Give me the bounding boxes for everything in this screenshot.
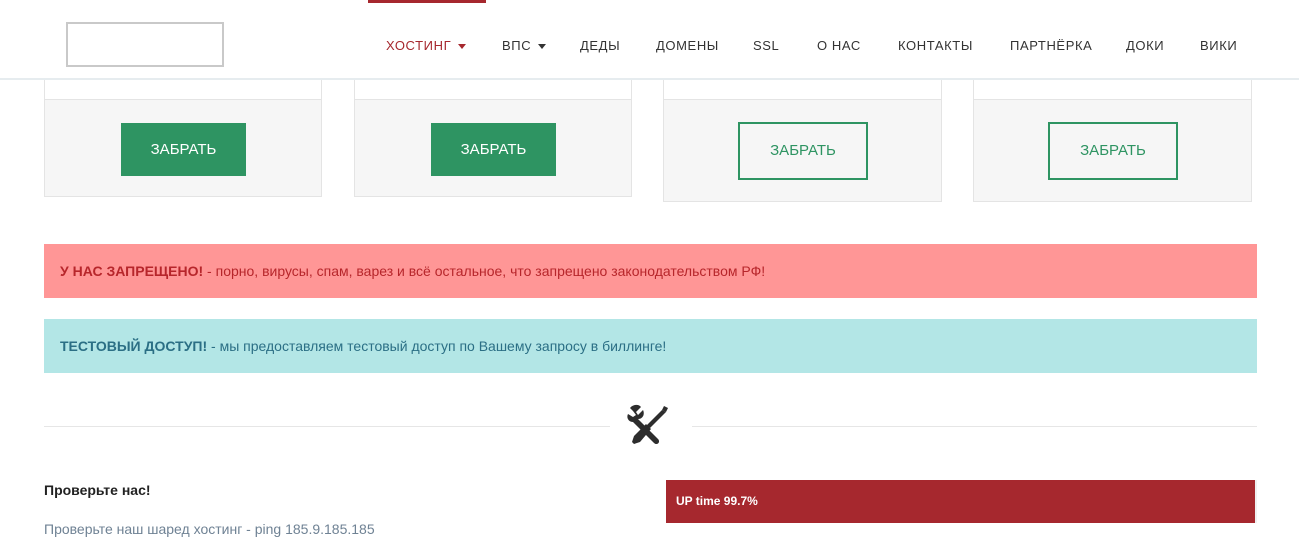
uptime-label: UP time 99.7% xyxy=(676,494,758,508)
plan-card: ЗАБРАТЬ xyxy=(663,79,942,202)
site-header: ХОСТИНГ ВПС ДЕДЫ ДОМЕНЫ SSL О НАС КОНТАК… xyxy=(0,0,1299,80)
nav-item-docs[interactable]: ДОКИ xyxy=(1126,0,1164,80)
plan-card: ЗАБРАТЬ xyxy=(354,79,632,197)
site-logo[interactable] xyxy=(66,22,224,67)
nav-item-partner[interactable]: ПАРТНЁРКА xyxy=(1010,0,1092,80)
take-plan-button[interactable]: ЗАБРАТЬ xyxy=(431,123,556,176)
divider-line-right xyxy=(692,426,1257,427)
nav-item-vps[interactable]: ВПС xyxy=(502,0,547,80)
trial-alert: ТЕСТОВЫЙ ДОСТУП! - мы предоставляем тест… xyxy=(44,319,1257,373)
uptime-progress-fill: UP time 99.7% xyxy=(666,480,1256,523)
alert-text: - мы предоставляем тестовый доступ по Ва… xyxy=(207,338,667,354)
caret-down-icon xyxy=(538,44,547,50)
nav-item-about[interactable]: О НАС xyxy=(817,0,861,80)
take-plan-button[interactable]: ЗАБРАТЬ xyxy=(121,123,246,176)
nav-item-dedicated[interactable]: ДЕДЫ xyxy=(580,0,620,80)
alert-strong: ТЕСТОВЫЙ ДОСТУП! xyxy=(60,338,208,354)
uptime-progress: UP time 99.7% xyxy=(666,480,1257,523)
nav-item-hosting[interactable]: ХОСТИНГ xyxy=(368,0,486,80)
nav-item-ssl[interactable]: SSL xyxy=(753,0,779,80)
divider-line-left xyxy=(44,426,610,427)
card-top xyxy=(663,80,942,100)
page: ХОСТИНГ ВПС ДЕДЫ ДОМЕНЫ SSL О НАС КОНТАК… xyxy=(0,0,1299,537)
nav-item-label: ВПС xyxy=(502,38,532,53)
take-plan-button[interactable]: ЗАБРАТЬ xyxy=(738,122,868,180)
nav-item-label: ХОСТИНГ xyxy=(386,38,452,53)
card-top xyxy=(44,80,322,100)
tools-icon xyxy=(627,404,668,444)
nav-item-contacts[interactable]: КОНТАКТЫ xyxy=(898,0,973,80)
caret-down-icon xyxy=(458,44,467,50)
check-title: Проверьте нас! xyxy=(44,482,151,498)
check-text: Проверьте наш шаред хостинг - ping 185.9… xyxy=(44,521,375,537)
plan-card: ЗАБРАТЬ xyxy=(44,79,322,197)
alert-text: - порно, вирусы, спам, варез и всё остал… xyxy=(203,263,766,279)
nav-item-wiki[interactable]: ВИКИ xyxy=(1200,0,1237,80)
alert-strong: У НАС ЗАПРЕЩЕНО! xyxy=(60,263,204,279)
plan-card: ЗАБРАТЬ xyxy=(973,79,1252,202)
nav-item-domains[interactable]: ДОМЕНЫ xyxy=(656,0,719,80)
forbidden-alert: У НАС ЗАПРЕЩЕНО! - порно, вирусы, спам, … xyxy=(44,244,1257,298)
take-plan-button[interactable]: ЗАБРАТЬ xyxy=(1048,122,1178,180)
card-top xyxy=(973,80,1252,100)
